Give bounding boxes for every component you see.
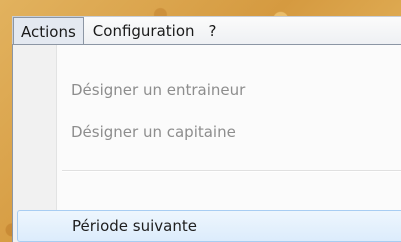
actions-dropdown-menu: Désigner un entraineur Désigner un capit… — [12, 44, 401, 242]
menu-separator — [62, 170, 401, 172]
menu-bar: Actions Configuration ? — [12, 16, 401, 45]
menu-item-designer-entraineur[interactable]: Désigner un entraineur — [13, 75, 401, 105]
menu-actions[interactable]: Actions — [13, 17, 84, 45]
menu-item-periode-suivante[interactable]: Période suivante — [17, 210, 401, 242]
menu-configuration[interactable]: Configuration — [84, 17, 202, 45]
menu-item-designer-capitaine[interactable]: Désigner un capitaine — [13, 117, 401, 147]
menu-help[interactable]: ? — [202, 17, 224, 45]
